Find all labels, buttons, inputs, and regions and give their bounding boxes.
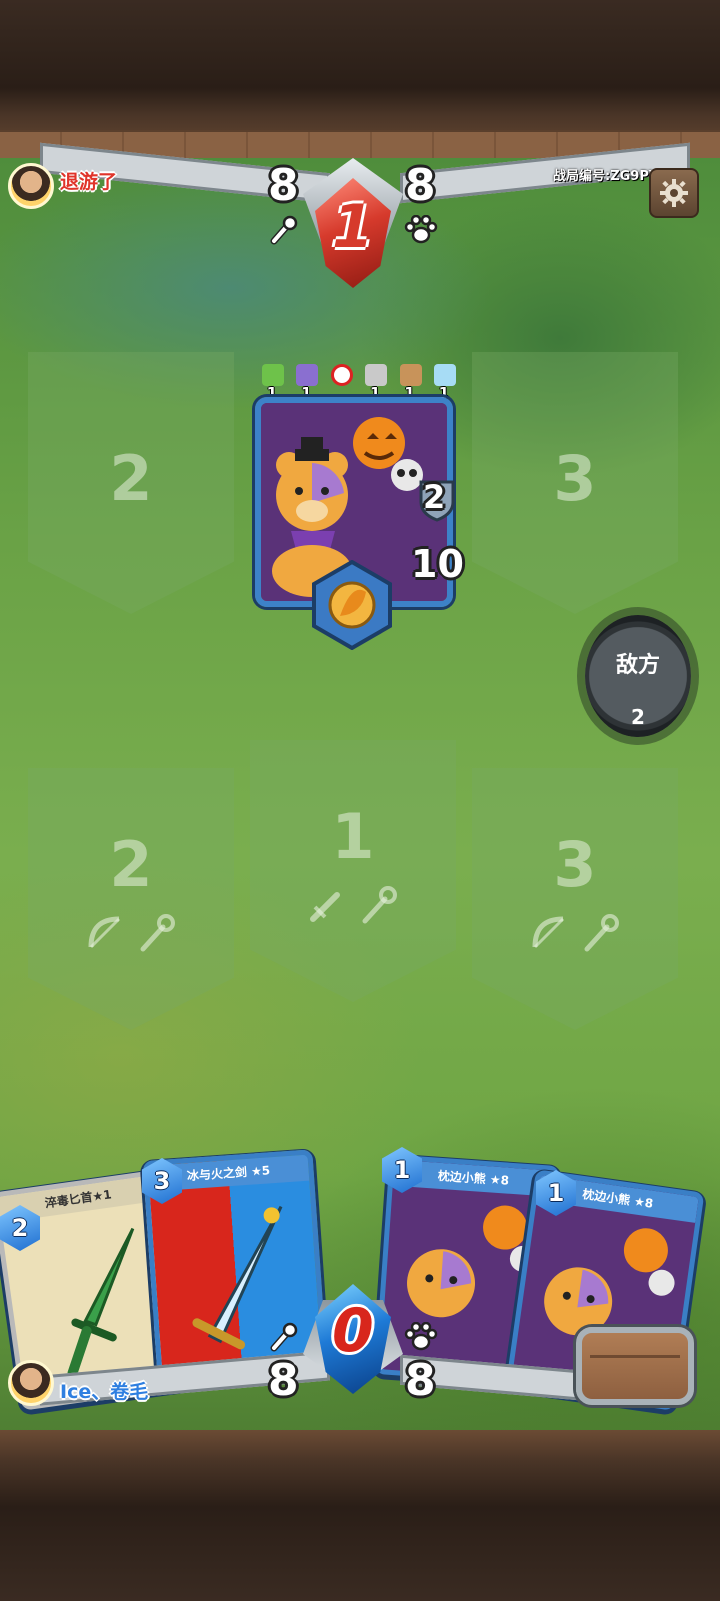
paw-icon: [404, 215, 438, 244]
enemy-slot-3[interactable]: 3: [472, 352, 678, 614]
slot-number: 3: [553, 442, 597, 515]
enemy-slot-2[interactable]: 2: [28, 352, 234, 614]
opponent-avatar[interactable]: [8, 163, 54, 209]
bow-icon: [532, 916, 565, 949]
top-wood-frame: [0, 0, 720, 160]
sword-icon: [310, 892, 340, 922]
bow-icon: [88, 916, 121, 949]
enemy-card-armor: 2: [423, 478, 446, 516]
end-turn-button[interactable]: [576, 1327, 694, 1405]
settings-gear-icon: [660, 179, 688, 207]
settings-button[interactable]: [649, 168, 699, 218]
stat-ice: 1: [430, 362, 458, 402]
player-left-score: 8: [268, 1355, 299, 1406]
opponent-left-score: 8: [268, 160, 299, 211]
enemy-button-label: 敌方: [615, 653, 660, 678]
own-slot-1[interactable]: 1: [250, 740, 456, 1002]
bottom-wood-frame: [0, 1430, 720, 1601]
stat-blocked: [327, 362, 355, 402]
stat-bow: 1: [258, 362, 286, 402]
match-id: 战局编号:ZG9PY: [553, 169, 659, 184]
enemy-button-count: 2: [631, 705, 645, 729]
paw-icon: [404, 1322, 438, 1351]
slot-number: 2: [109, 828, 153, 901]
leaf-emblem-icon: [312, 560, 392, 650]
staff-icon: [270, 215, 298, 245]
player-avatar[interactable]: [8, 1360, 54, 1406]
enemy-view-button[interactable]: 敌方 2: [585, 615, 691, 737]
stat-magic: 1: [292, 362, 320, 402]
player-name: Ice、卷毛: [60, 1381, 149, 1403]
enemy-card-stats: 1 1 1 1 1: [258, 362, 458, 402]
slot-number: 3: [553, 828, 597, 901]
slot-icons: [250, 885, 456, 925]
energy-number: 0: [332, 1296, 374, 1366]
slot-icons: [28, 913, 234, 953]
own-slot-3[interactable]: 3: [472, 768, 678, 1030]
stat-fist: 1: [396, 362, 424, 402]
opponent-right-score: 8: [405, 160, 436, 211]
own-slot-2[interactable]: 2: [28, 768, 234, 1030]
stat-sword: 1: [361, 362, 389, 402]
staff-icon: [584, 914, 619, 952]
slot-number: 1: [331, 800, 375, 873]
staff-icon: [140, 914, 175, 952]
player-right-score: 8: [405, 1355, 436, 1406]
slot-icons: [472, 913, 678, 953]
slot-number: 2: [109, 442, 153, 515]
round-number: 1: [332, 192, 374, 262]
staff-icon: [270, 1322, 298, 1352]
enemy-card-health: 10: [411, 542, 464, 586]
staff-icon: [362, 886, 397, 924]
opponent-name: 退游了: [60, 171, 118, 193]
